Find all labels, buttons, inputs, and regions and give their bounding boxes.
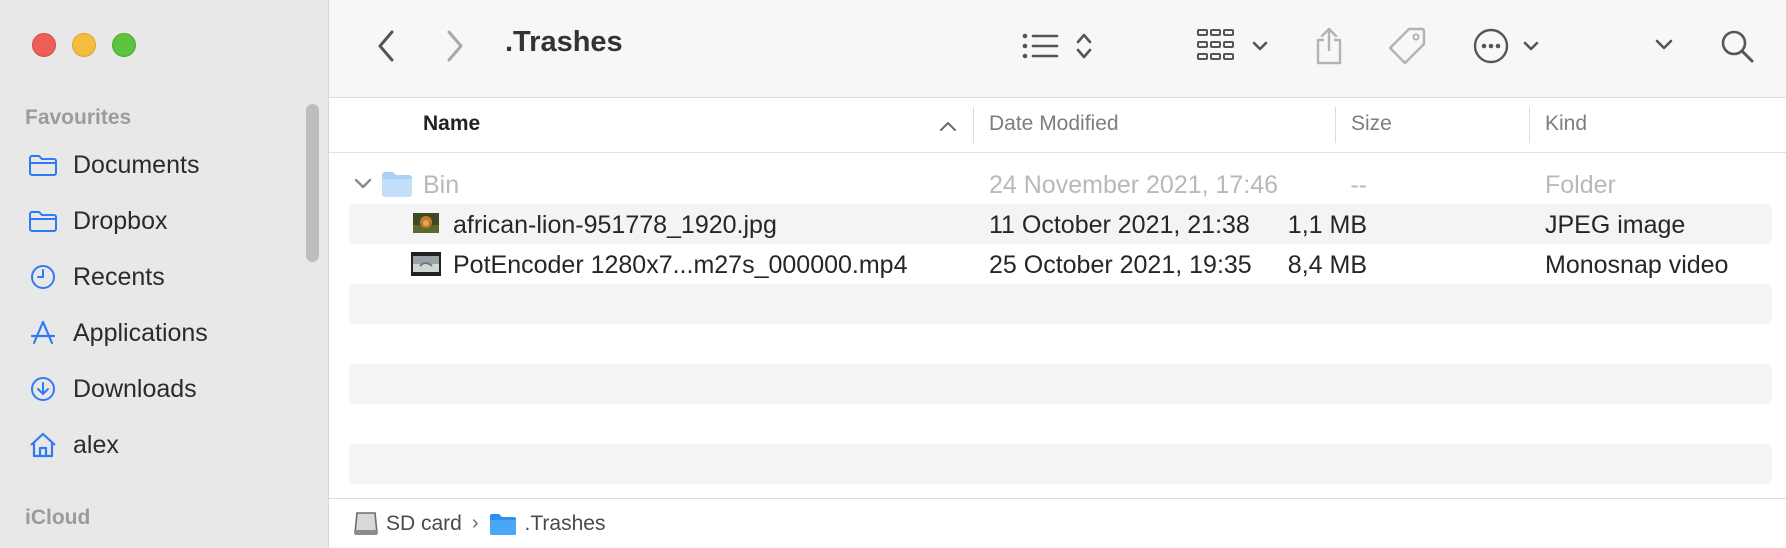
window-controls: [32, 33, 136, 57]
sidebar-item-dropbox[interactable]: Dropbox: [27, 201, 307, 241]
search-button[interactable]: [1717, 26, 1757, 66]
tag-icon: [1388, 27, 1426, 65]
more-actions-button[interactable]: [1471, 26, 1553, 66]
folder-icon: [382, 172, 412, 197]
column-kind[interactable]: Kind: [1545, 112, 1587, 136]
path-bar: SD card › .Trashes: [329, 498, 1786, 548]
column-size[interactable]: Size: [1351, 112, 1392, 136]
file-name: african-lion-951778_1920.jpg: [453, 211, 777, 239]
file-size: 8,4 MB: [1287, 251, 1367, 279]
forward-button[interactable]: [440, 26, 470, 66]
empty-row: [349, 404, 1772, 444]
close-window-button[interactable]: [32, 33, 56, 57]
share-button[interactable]: [1311, 24, 1347, 68]
folder-icon: [27, 151, 59, 179]
path-item-label: SD card: [386, 511, 462, 535]
share-icon: [1316, 27, 1342, 65]
sidebar: Favourites Documents Dropbox Recents App…: [0, 0, 329, 548]
sidebar-scrollbar[interactable]: [306, 104, 319, 262]
file-row-potencoder[interactable]: PotEncoder 1280x7...m27s_000000.mp4 25 O…: [349, 244, 1772, 284]
chevron-left-icon: [378, 30, 394, 62]
disclosure-expanded-icon[interactable]: [354, 178, 372, 190]
file-size: 1,1 MB: [1287, 211, 1367, 239]
list-view-icon: [1022, 33, 1092, 59]
grid-group-icon: [1197, 29, 1268, 60]
sidebar-item-label: Documents: [73, 150, 200, 179]
toolbar: .Trashes: [329, 0, 1786, 98]
empty-row: [349, 284, 1772, 324]
ellipsis-circle-icon: [1473, 28, 1539, 64]
image-thumbnail-icon: [413, 213, 439, 233]
toolbar-overflow-button[interactable]: [1651, 30, 1677, 60]
sidebar-section-favourites: Favourites: [25, 106, 132, 129]
sidebar-item-documents[interactable]: Documents: [27, 145, 307, 185]
zoom-window-button[interactable]: [112, 33, 136, 57]
group-button[interactable]: [1195, 26, 1271, 64]
drive-icon: [354, 511, 378, 535]
sidebar-item-recents[interactable]: Recents: [27, 257, 307, 297]
video-thumbnail-icon: [411, 252, 441, 276]
view-options-button[interactable]: [1019, 28, 1099, 64]
sidebar-item-label: alex: [73, 430, 119, 459]
file-row-african-lion[interactable]: african-lion-951778_1920.jpg 11 October …: [349, 204, 1772, 244]
sidebar-section-icloud: iCloud: [25, 506, 91, 529]
sidebar-item-label: Applications: [73, 318, 208, 347]
column-header: Name Date Modified Size Kind: [329, 98, 1786, 153]
tags-button[interactable]: [1385, 24, 1429, 68]
column-divider[interactable]: [973, 107, 974, 143]
search-icon: [1721, 30, 1754, 63]
chevron-right-icon: [447, 30, 463, 62]
sidebar-item-alex[interactable]: alex: [27, 425, 307, 465]
file-name: PotEncoder 1280x7...m27s_000000.mp4: [453, 251, 908, 279]
column-date-modified[interactable]: Date Modified: [989, 112, 1119, 136]
sidebar-item-label: Recents: [73, 262, 165, 291]
empty-row: [349, 364, 1772, 404]
file-row-bin[interactable]: Bin 24 November 2021, 17:46 -- Folder: [349, 164, 1772, 204]
window-title: .Trashes: [505, 26, 623, 58]
download-icon: [27, 375, 59, 403]
folder-icon: [27, 207, 59, 235]
sidebar-item-label: Downloads: [73, 374, 197, 403]
empty-row: [349, 324, 1772, 364]
empty-row: [349, 444, 1772, 484]
file-kind: Monosnap video: [1545, 251, 1729, 279]
path-item-trashes[interactable]: .Trashes: [489, 511, 606, 536]
sidebar-item-downloads[interactable]: Downloads: [27, 369, 307, 409]
column-name[interactable]: Name: [423, 112, 480, 136]
back-button[interactable]: [371, 26, 401, 66]
column-divider[interactable]: [1529, 107, 1530, 143]
file-size: --: [1350, 171, 1367, 199]
chevron-down-icon: [1655, 39, 1673, 50]
sidebar-item-label: Dropbox: [73, 206, 168, 235]
path-separator-icon: ›: [471, 512, 479, 534]
column-divider[interactable]: [1335, 107, 1336, 143]
file-kind: Folder: [1545, 171, 1616, 199]
sidebar-item-applications[interactable]: Applications: [27, 313, 307, 353]
home-icon: [27, 431, 59, 459]
applications-icon: [27, 319, 59, 347]
file-name: Bin: [423, 171, 460, 199]
minimize-window-button[interactable]: [72, 33, 96, 57]
path-item-label: .Trashes: [524, 511, 606, 535]
folder-icon: [489, 513, 516, 535]
clock-icon: [27, 263, 59, 291]
path-item-sd-card[interactable]: SD card: [354, 511, 462, 537]
file-list: Bin 24 November 2021, 17:46 -- Folder af…: [349, 164, 1772, 484]
file-kind: JPEG image: [1545, 211, 1686, 239]
sort-ascending-icon[interactable]: [939, 120, 957, 132]
